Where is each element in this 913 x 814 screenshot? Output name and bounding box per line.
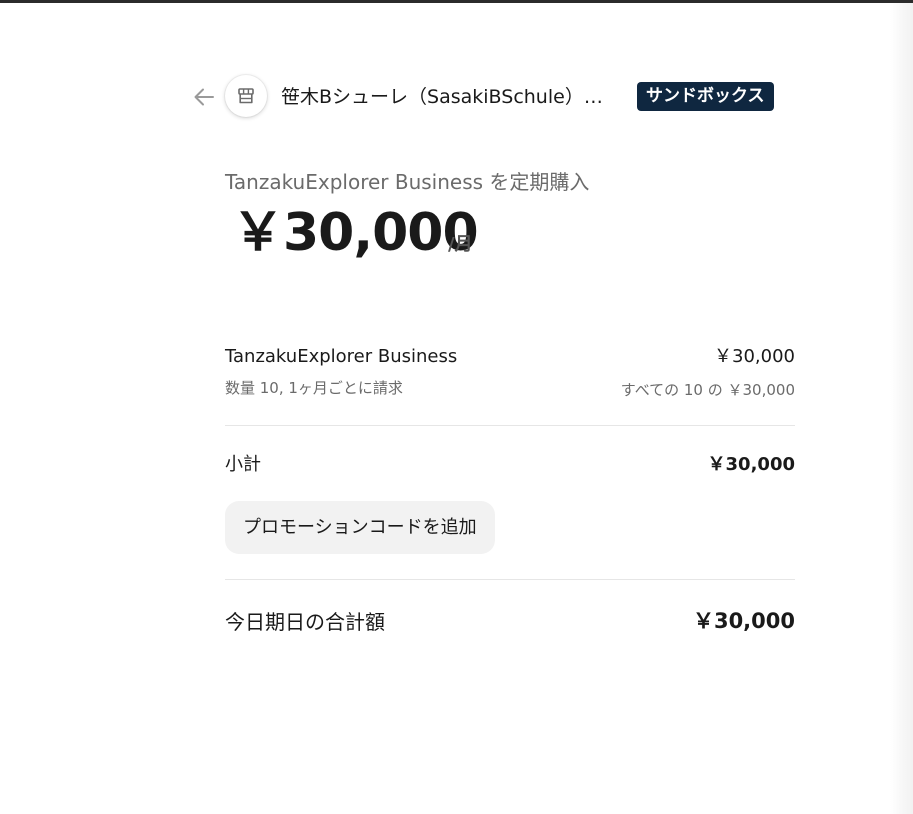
merchant-name: 笹木Bシューレ（SasakiBSchule）サン... (281, 86, 616, 108)
divider (225, 579, 795, 580)
line-item-name: TanzakuExplorer Business (225, 346, 458, 367)
line-item-price: ￥30,000 (714, 346, 795, 367)
panel-edge-shade (890, 3, 913, 814)
back-button[interactable] (190, 84, 218, 110)
add-promo-code-button[interactable]: プロモーションコードを追加 (225, 501, 495, 554)
subtotal-label: 小計 (225, 454, 261, 475)
total-due-today-value: ￥30,000 (692, 609, 795, 633)
line-item-unit-detail: すべての 10 の ￥30,000 (620, 381, 795, 399)
billing-interval: /月 (448, 234, 473, 255)
line-item-quantity-detail: 数量 10, 1ヶ月ごとに請求 (225, 379, 403, 397)
divider (225, 425, 795, 426)
total-due-today-label: 今日期日の合計額 (225, 610, 385, 634)
store-icon (238, 88, 254, 104)
subtotal-value: ￥30,000 (707, 454, 795, 475)
subscription-price: ￥30,000 (232, 203, 479, 263)
merchant-avatar (225, 75, 267, 117)
arrow-left-icon (194, 88, 214, 106)
subscription-title: TanzakuExplorer Business を定期購入 (225, 170, 590, 194)
sandbox-badge: サンドボックス (637, 82, 774, 111)
window-top-border (0, 0, 913, 3)
